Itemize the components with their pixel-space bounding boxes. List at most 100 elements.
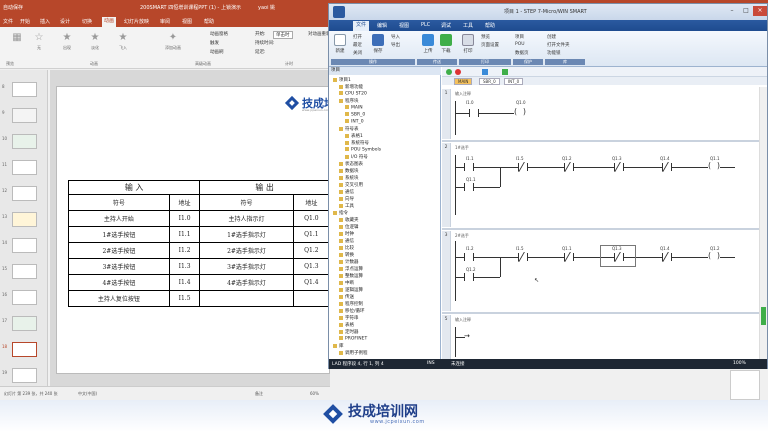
tree-item[interactable]: 表格	[339, 322, 354, 328]
stop-icon[interactable]	[455, 69, 461, 75]
slide-thumb[interactable]	[12, 264, 37, 279]
slide-thumb-active[interactable]	[12, 342, 37, 357]
tree-item[interactable]: 工具	[339, 203, 354, 209]
contact-nc[interactable]	[662, 253, 672, 261]
tree-item[interactable]: 通信	[339, 189, 354, 195]
ppt-user[interactable]: yaoi 姚	[258, 4, 275, 11]
contact-nc[interactable]	[662, 163, 672, 171]
tree-item[interactable]: 交叉引用	[339, 182, 363, 188]
slide-thumb[interactable]	[12, 108, 37, 123]
menu-plc[interactable]: PLC	[421, 22, 430, 28]
tab-file[interactable]: 文件	[3, 18, 13, 25]
add-animation-button[interactable]: ✦ 添加动画	[160, 30, 186, 62]
anim-painter-button[interactable]: 动画刷	[210, 49, 224, 55]
tree-item[interactable]: 时钟	[339, 231, 354, 237]
protect-project[interactable]: 项目	[515, 34, 524, 40]
contact-nc[interactable]	[564, 163, 574, 171]
network-5[interactable]: 5 输入注释 →	[442, 315, 767, 359]
tree-item[interactable]: 表格1	[345, 133, 363, 139]
slide-thumb[interactable]	[12, 82, 37, 97]
download-icon[interactable]	[502, 69, 508, 75]
contact-no[interactable]	[464, 163, 474, 171]
tree-item[interactable]: MAIN	[345, 105, 363, 111]
tree-item[interactable]: 指令	[333, 210, 348, 216]
save-button[interactable]: 保存	[369, 34, 387, 54]
tab-slideshow[interactable]: 幻灯片放映	[124, 18, 149, 25]
notes-button[interactable]: 备注	[255, 391, 263, 397]
tree-item[interactable]: 新增功能	[339, 84, 363, 90]
contact-no[interactable]	[464, 253, 474, 261]
upload-icon[interactable]	[482, 69, 488, 75]
page-setup-button[interactable]: 页面设置	[481, 42, 499, 48]
output-coil[interactable]	[514, 107, 526, 118]
tree-item[interactable]: POU Symbols	[345, 147, 381, 153]
network-1[interactable]: 1 输入注释 I1.0 Q1.0	[442, 89, 767, 139]
zoom-level[interactable]: 60%	[310, 391, 319, 396]
network-comment[interactable]: 1#选手	[455, 145, 469, 151]
tree-item[interactable]: 向导	[339, 196, 354, 202]
tab-review[interactable]: 审阅	[160, 18, 170, 25]
contact-nc[interactable]	[518, 163, 528, 171]
menu-tools[interactable]: 工具	[463, 22, 473, 29]
tab-design[interactable]: 设计	[60, 18, 70, 25]
tree-item[interactable]: 数据块	[339, 168, 359, 174]
slide-thumb[interactable]	[12, 316, 37, 331]
tree-item[interactable]: 定时器	[339, 329, 359, 335]
contact-nc[interactable]	[564, 253, 574, 261]
menu-file[interactable]: 文件	[353, 21, 370, 31]
contact-nc[interactable]	[614, 163, 624, 171]
slide-thumb[interactable]	[12, 160, 37, 175]
tab-home[interactable]: 开始	[20, 18, 30, 25]
run-icon[interactable]	[446, 69, 452, 75]
tree-item[interactable]: 状态图表	[339, 161, 363, 167]
tree-item[interactable]: 通信	[339, 238, 354, 244]
tree-item[interactable]: 比较	[339, 245, 354, 251]
slide-thumb[interactable]	[12, 238, 37, 253]
start-select[interactable]: 单击时	[273, 31, 293, 39]
import-button[interactable]: 导入	[391, 34, 400, 40]
tab-insert[interactable]: 插入	[40, 18, 50, 25]
slide-thumbnails[interactable]: 8 9 10 11 12 13 14 15 16 17 18 19	[0, 70, 48, 386]
network-2[interactable]: 2 1#选手 I1.1 I1.5 Q1.2 Q1.3 Q1.4 Q1.1 Q1.…	[442, 143, 767, 227]
output-coil[interactable]	[708, 161, 720, 172]
tree-item[interactable]: CPU ST20	[339, 91, 367, 97]
anim-none[interactable]: ☆ 无	[26, 30, 52, 62]
preview-button-s7[interactable]: 预览	[481, 34, 490, 40]
lib-create[interactable]: 创建	[547, 34, 556, 40]
autosave-label[interactable]: 自动保存	[3, 4, 23, 11]
anim-fade[interactable]: ★ 淡化	[82, 30, 108, 62]
tree-item[interactable]: 逻辑运算	[339, 287, 363, 293]
tab-main[interactable]: MAIN	[454, 78, 473, 85]
tab-int0[interactable]: INT_0	[504, 78, 524, 85]
tab-transitions[interactable]: 切换	[82, 18, 92, 25]
close-icon[interactable]: ×	[753, 6, 767, 16]
export-button[interactable]: 导出	[391, 42, 400, 48]
output-coil[interactable]	[708, 251, 720, 262]
open-button[interactable]: 打开	[353, 34, 362, 40]
anim-appear[interactable]: ★ 出现	[54, 30, 80, 62]
tree-item[interactable]: 移位/循环	[339, 308, 365, 314]
menu-edit[interactable]: 编辑	[377, 22, 387, 29]
recent-button[interactable]: 最近	[353, 42, 362, 48]
slide-thumb[interactable]	[12, 212, 37, 227]
tree-item[interactable]: 转换	[339, 252, 354, 258]
maximize-icon[interactable]: □	[739, 6, 753, 16]
minimize-icon[interactable]: –	[725, 6, 739, 16]
anim-fly[interactable]: ★ 飞入	[110, 30, 136, 62]
contact-nc[interactable]	[614, 253, 624, 261]
slide-thumb[interactable]	[12, 290, 37, 305]
tree-item[interactable]: SBR_0	[345, 112, 365, 118]
tree-item[interactable]: 调用子例程	[339, 350, 368, 356]
tree-item[interactable]: 系统块	[339, 175, 359, 181]
contact-no[interactable]	[464, 183, 474, 191]
contact-nc[interactable]	[518, 253, 528, 261]
tree-item[interactable]: I/O 符号	[345, 154, 368, 160]
network-comment[interactable]: 输入注释	[455, 317, 471, 323]
new-button[interactable]: 新建	[331, 34, 349, 54]
menu-debug[interactable]: 调试	[441, 22, 451, 29]
editor-scrollbar[interactable]	[759, 87, 767, 359]
tree-item[interactable]: 浮点运算	[339, 266, 363, 272]
slide-thumb[interactable]	[12, 368, 37, 383]
menu-view[interactable]: 视图	[399, 22, 409, 29]
tree-item[interactable]: 整数运算	[339, 273, 363, 279]
